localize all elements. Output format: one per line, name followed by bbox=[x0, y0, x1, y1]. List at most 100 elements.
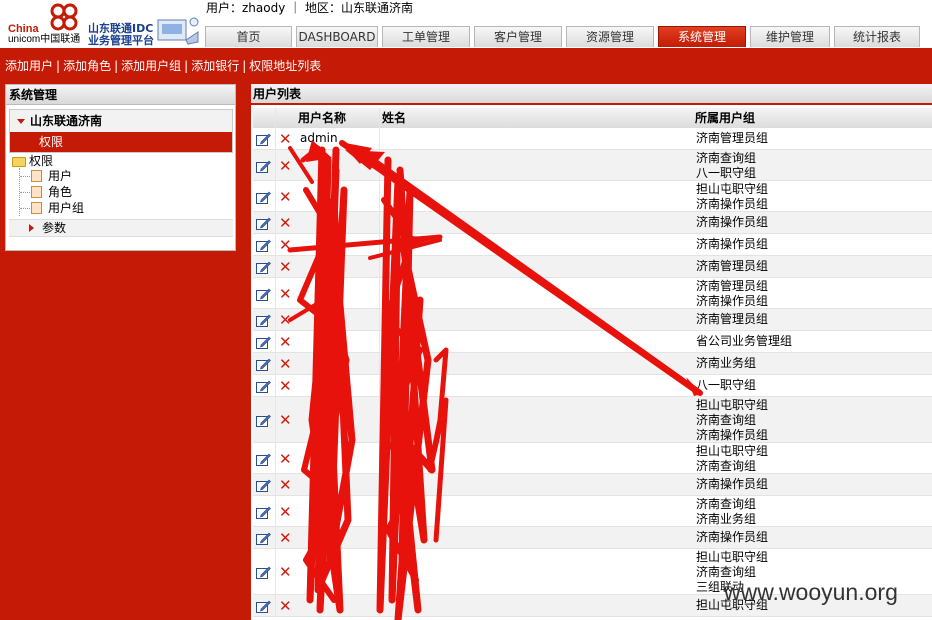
group-name: 济南操作员组 bbox=[696, 237, 769, 251]
document-icon bbox=[31, 202, 42, 214]
col-group: 所属用户组 bbox=[695, 111, 756, 125]
add-role-link[interactable]: 添加角色 bbox=[63, 59, 111, 73]
group-cell: 济南操作员组 bbox=[696, 237, 768, 252]
tab-customers[interactable]: 客户管理 bbox=[474, 26, 562, 47]
edit-icon[interactable] bbox=[256, 414, 271, 427]
delete-icon[interactable]: ✕ bbox=[279, 413, 292, 428]
delete-icon[interactable]: ✕ bbox=[279, 505, 292, 520]
group-cell: 担山屯职守组 济南查询组 bbox=[696, 444, 768, 474]
group-cell: 济南操作员组 bbox=[696, 530, 768, 545]
group-name: 担山屯职守组 bbox=[696, 182, 769, 196]
tab-dashboard[interactable]: DASHBOARD bbox=[296, 26, 378, 47]
watermark: www.wooyun.org bbox=[724, 579, 898, 605]
document-icon bbox=[31, 186, 42, 198]
group-cell: 济南管理员组 济南操作员组 bbox=[696, 279, 768, 309]
delete-icon[interactable]: ✕ bbox=[279, 478, 292, 493]
group-cell: 济南业务组 bbox=[696, 356, 756, 371]
edit-icon[interactable] bbox=[256, 261, 271, 274]
delete-icon[interactable]: ✕ bbox=[279, 238, 292, 253]
delete-icon[interactable]: ✕ bbox=[279, 599, 292, 614]
tab-resources[interactable]: 资源管理 bbox=[566, 26, 654, 47]
sidebar-item-params[interactable]: 参数 bbox=[9, 219, 233, 237]
table-row: ✕ 济南操作员组 bbox=[253, 527, 932, 549]
delete-icon[interactable]: ✕ bbox=[279, 260, 292, 275]
delete-icon[interactable]: ✕ bbox=[279, 379, 292, 394]
delete-icon[interactable]: ✕ bbox=[279, 287, 292, 302]
group-cell: 省公司业务管理组 bbox=[696, 334, 792, 349]
add-group-link[interactable]: 添加用户组 bbox=[121, 59, 181, 73]
tree-node-groups[interactable]: 用户组 bbox=[48, 201, 84, 216]
group-name: 省公司业务管理组 bbox=[696, 334, 793, 348]
edit-icon[interactable] bbox=[256, 336, 271, 349]
table-header: 用户名称 姓名 所属用户组 bbox=[253, 108, 932, 128]
edit-icon[interactable] bbox=[256, 600, 271, 613]
delete-icon[interactable]: ✕ bbox=[279, 159, 292, 174]
edit-icon[interactable] bbox=[256, 314, 271, 327]
header: China unicom中国联通 山东联通IDC 业务管理平台 用户：zhaod… bbox=[0, 0, 932, 48]
table-row: ✕ 济南查询组 济南业务组 bbox=[253, 496, 932, 527]
group-name: 济南管理员组 bbox=[696, 259, 769, 273]
edit-icon[interactable] bbox=[256, 479, 271, 492]
table-row: ✕ 济南管理员组 济南操作员组 bbox=[253, 278, 932, 309]
tab-home[interactable]: 首页 bbox=[205, 26, 292, 47]
edit-icon[interactable] bbox=[256, 380, 271, 393]
table-row: ✕ admin 济南管理员组 bbox=[253, 128, 932, 150]
action-bar: 添加用户 | 添加角色 | 添加用户组 | 添加银行 | 权限地址列表 bbox=[5, 59, 322, 73]
document-icon bbox=[31, 170, 42, 182]
delete-icon[interactable]: ✕ bbox=[279, 190, 292, 205]
caret-right-icon bbox=[29, 224, 34, 232]
table-row: ✕ 担山屯职守组 济南操作员组 bbox=[253, 181, 932, 212]
table-row: ✕ 济南操作员组 bbox=[253, 234, 932, 256]
delete-icon[interactable]: ✕ bbox=[279, 335, 292, 350]
group-name: 担山屯职守组 bbox=[696, 444, 769, 458]
delete-icon[interactable]: ✕ bbox=[279, 452, 292, 467]
brand-unicom: unicom中国联通 bbox=[8, 34, 81, 45]
edit-icon[interactable] bbox=[256, 217, 271, 230]
delete-icon[interactable]: ✕ bbox=[279, 531, 292, 546]
group-name: 济南管理员组 bbox=[696, 131, 769, 145]
delete-icon[interactable]: ✕ bbox=[279, 357, 292, 372]
delete-icon[interactable]: ✕ bbox=[279, 132, 292, 147]
edit-icon[interactable] bbox=[256, 288, 271, 301]
tab-maintenance[interactable]: 维护管理 bbox=[750, 26, 830, 47]
group-cell: 济南管理员组 bbox=[696, 259, 768, 274]
tree-node-roles[interactable]: 角色 bbox=[48, 185, 72, 200]
table-row: ✕ 济南操作员组 bbox=[253, 212, 932, 234]
table-row: ✕ 济南管理员组 bbox=[253, 256, 932, 278]
edit-icon[interactable] bbox=[256, 358, 271, 371]
main-panel: 用户列表 用户名称 姓名 所属用户组 ✕ admin 济南管理员组 ✕ 济南查询组 八一职… bbox=[251, 84, 932, 620]
main-nav: 首页 DASHBOARD 工单管理 客户管理 资源管理 系统管理 维护管理 统计… bbox=[205, 26, 924, 48]
edit-icon[interactable] bbox=[256, 566, 271, 579]
group-name: 济南管理员组 bbox=[696, 312, 769, 326]
edit-icon[interactable] bbox=[256, 453, 271, 466]
edit-icon[interactable] bbox=[256, 191, 271, 204]
group-name: 济南查询组 bbox=[696, 497, 757, 511]
permission-list-link[interactable]: 权限地址列表 bbox=[249, 59, 321, 73]
tab-system[interactable]: 系统管理 bbox=[658, 26, 746, 47]
add-bank-link[interactable]: 添加银行 bbox=[191, 59, 239, 73]
delete-icon[interactable]: ✕ bbox=[279, 565, 292, 580]
tree-node-permission[interactable]: 权限 bbox=[29, 154, 53, 169]
tab-reports[interactable]: 统计报表 bbox=[834, 26, 920, 47]
edit-icon[interactable] bbox=[256, 133, 271, 146]
group-name: 担山屯职守组 bbox=[696, 398, 769, 412]
tab-workorders[interactable]: 工单管理 bbox=[382, 26, 470, 47]
sidebar-item-permission[interactable]: 权限 bbox=[10, 132, 232, 152]
table-row: ✕ 省公司业务管理组 bbox=[253, 331, 932, 353]
edit-icon[interactable] bbox=[256, 506, 271, 519]
delete-icon[interactable]: ✕ bbox=[279, 313, 292, 328]
edit-icon[interactable] bbox=[256, 239, 271, 252]
group-cell: 济南管理员组 bbox=[696, 131, 768, 146]
group-name: 担山屯职守组 bbox=[696, 550, 769, 564]
delete-icon[interactable]: ✕ bbox=[279, 216, 292, 231]
table-row: ✕ 担山屯职守组 济南查询组 济南操作员组 bbox=[253, 397, 932, 443]
tree-node-users[interactable]: 用户 bbox=[48, 169, 72, 184]
add-user-link[interactable]: 添加用户 bbox=[5, 59, 53, 73]
group-name: 八一职守组 bbox=[696, 166, 757, 180]
edit-icon[interactable] bbox=[256, 160, 271, 173]
sidebar-region[interactable]: 山东联通济南 bbox=[10, 110, 232, 132]
group-cell: 济南操作员组 bbox=[696, 477, 768, 492]
edit-icon[interactable] bbox=[256, 532, 271, 545]
group-name: 八一职守组 bbox=[696, 378, 757, 392]
sidebar-region-block: 山东联通济南 权限 bbox=[9, 109, 233, 153]
